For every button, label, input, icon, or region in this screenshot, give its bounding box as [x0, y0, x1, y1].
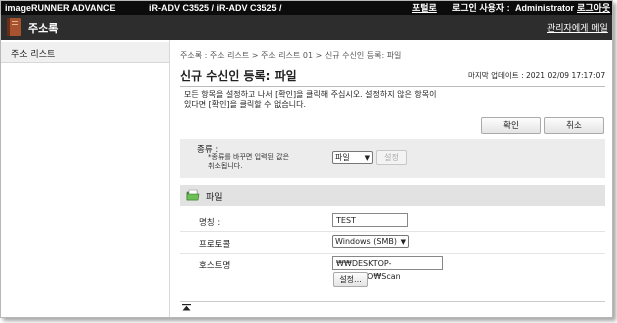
app-header: 주소록 관리자에게 메일 [1, 15, 612, 40]
cancel-button[interactable]: 취소 [544, 117, 604, 134]
footer-divider [180, 301, 605, 302]
device-name: iR-ADV C3525 / iR-ADV C3525 / [149, 3, 282, 13]
instruction-line-2: 있다면 [확인]을 클릭할 수 없습니다. [184, 100, 306, 109]
sidebar: 주소 리스트 [1, 40, 170, 317]
chevron-down-icon: ▼ [364, 154, 370, 162]
host-label: 호스트명 [199, 261, 231, 271]
file-folder-icon [186, 189, 200, 201]
set-type-button[interactable]: 설정 [376, 150, 407, 165]
user-name: Administrator [515, 3, 575, 13]
product-name: imageRUNNER ADVANCE [5, 3, 116, 13]
top-bar: imageRUNNER ADVANCE iR-ADV C3525 / iR-AD… [1, 1, 612, 15]
title-divider [180, 86, 605, 87]
scroll-top-icon[interactable] [182, 304, 191, 311]
instruction-text: 모든 항목을 설정하고 나서 [확인]을 클릭해 주십시오. 설정하지 않은 항… [184, 90, 474, 110]
type-note-line-2: 취소됩니다. [208, 162, 243, 170]
chevron-down-icon: ▼ [400, 238, 406, 246]
name-label: 명칭 : [199, 218, 221, 228]
ok-button[interactable]: 확인 [481, 117, 541, 134]
main-content: 주소록 : 주소 리스트 > 주소 리스트 01 > 신규 수신인 등록: 파일… [170, 40, 612, 317]
page-title: 신규 수신인 등록: 파일 [180, 69, 297, 83]
type-panel: 종류 : *종류를 바꾸면 입력된 값은 취소됩니다. 파일 ▼ 설정 [180, 139, 605, 178]
sidebar-item-address-list[interactable]: 주소 리스트 [1, 42, 169, 63]
last-updated: 마지막 업데이트 : 2021 02/09 17:17:07 [468, 71, 606, 80]
login-label: 로그인 사용자 : [452, 3, 510, 13]
breadcrumb: 주소록 : 주소 리스트 > 주소 리스트 01 > 신규 수신인 등록: 파일 [180, 51, 402, 60]
portal-link[interactable]: 포털로 [412, 1, 437, 15]
host-field[interactable]: ₩₩DESKTOP-1VP6B8O₩Scan [332, 256, 443, 281]
logout-link[interactable]: 로그아웃 [577, 1, 610, 15]
name-field[interactable]: TEST [332, 213, 408, 227]
host-settings-button[interactable]: 설정... [333, 272, 368, 287]
mail-admin-link[interactable]: 관리자에게 메일 [547, 21, 608, 34]
type-select-value: 파일 [335, 153, 350, 162]
browser-page: imageRUNNER ADVANCE iR-ADV C3525 / iR-AD… [0, 0, 613, 318]
row-divider [180, 253, 605, 254]
protocol-select-value: Windows (SMB) [335, 237, 397, 246]
type-note: *종류를 바꾸면 입력된 값은 취소됩니다. [208, 153, 338, 171]
sidebar-item-label: 주소 리스트 [11, 50, 56, 60]
file-section-header: 파일 [180, 185, 605, 206]
app-title: 주소록 [28, 22, 59, 35]
row-divider [180, 231, 605, 232]
file-section-title: 파일 [206, 193, 223, 203]
address-book-icon [7, 18, 21, 36]
protocol-select[interactable]: Windows (SMB) ▼ [332, 235, 409, 248]
protocol-label: 프로토콜 [199, 240, 231, 250]
type-select[interactable]: 파일 ▼ [332, 151, 373, 164]
instruction-line-1: 모든 항목을 설정하고 나서 [확인]을 클릭해 주십시오. 설정하지 않은 항… [184, 90, 437, 99]
type-note-line-1: *종류를 바꾸면 입력된 값은 [208, 153, 290, 161]
